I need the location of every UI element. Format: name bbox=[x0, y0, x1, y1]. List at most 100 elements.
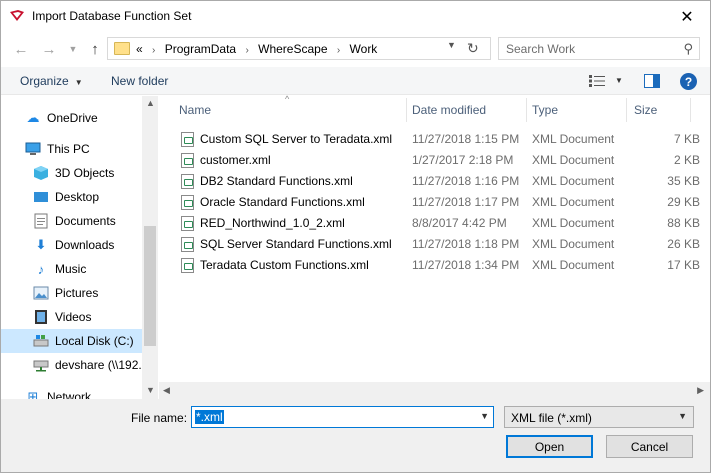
file-row[interactable]: Teradata Custom Functions.xml 11/27/2018… bbox=[159, 255, 710, 276]
scroll-thumb[interactable] bbox=[144, 226, 156, 346]
view-options-icon[interactable] bbox=[589, 75, 605, 87]
file-type-select[interactable]: XML file (*.xml) ▼ bbox=[504, 406, 694, 428]
search-input[interactable]: Search Work ⚲ bbox=[498, 37, 700, 60]
file-name-label: File name: bbox=[131, 411, 188, 425]
nav-item-label: Documents bbox=[55, 214, 116, 228]
command-bar: Organize ▼ New folder ▼ ? bbox=[1, 67, 710, 95]
file-name: Teradata Custom Functions.xml bbox=[200, 258, 369, 272]
column-divider[interactable] bbox=[526, 98, 527, 122]
scroll-up-icon[interactable]: ▲ bbox=[146, 98, 155, 108]
file-type: XML Document bbox=[532, 216, 615, 230]
cancel-button[interactable]: Cancel bbox=[606, 435, 693, 458]
scroll-down-icon[interactable]: ▼ bbox=[146, 385, 155, 395]
app-logo-icon bbox=[10, 10, 24, 21]
downloads-icon: ⬇ bbox=[35, 237, 47, 252]
breadcrumb-programdata[interactable]: ProgramData bbox=[165, 42, 236, 56]
nav-item-onedrive[interactable]: ☁ OneDrive bbox=[1, 106, 142, 130]
breadcrumb-work[interactable]: Work bbox=[350, 42, 378, 56]
open-button[interactable]: Open bbox=[506, 435, 593, 458]
nav-item-devshare[interactable]: devshare (\\192. bbox=[1, 353, 142, 377]
organize-button[interactable]: Organize ▼ bbox=[20, 74, 83, 88]
file-name: SQL Server Standard Functions.xml bbox=[200, 237, 392, 251]
xml-file-icon bbox=[181, 132, 194, 147]
nav-item-videos[interactable]: Videos bbox=[1, 305, 142, 329]
chevron-down-icon[interactable]: ▼ bbox=[615, 76, 623, 85]
file-name-value[interactable]: *.xml bbox=[195, 410, 224, 424]
file-row[interactable]: customer.xml 1/27/2017 2:18 PM XML Docum… bbox=[159, 150, 710, 171]
file-type-value: XML file (*.xml) bbox=[511, 411, 592, 425]
3d-objects-icon bbox=[33, 165, 49, 181]
nav-item-documents[interactable]: Documents bbox=[1, 209, 142, 233]
column-header-date[interactable]: Date modified bbox=[412, 96, 526, 124]
column-divider[interactable] bbox=[690, 98, 691, 122]
column-header-type[interactable]: Type bbox=[532, 96, 626, 124]
nav-item-3d-objects[interactable]: 3D Objects bbox=[1, 161, 142, 185]
search-icon: ⚲ bbox=[683, 41, 693, 56]
breadcrumb-separator-icon: › bbox=[152, 45, 156, 56]
nav-scrollbar[interactable]: ▲ ▼ bbox=[142, 96, 158, 399]
nav-item-label: Pictures bbox=[55, 286, 99, 300]
nav-item-desktop[interactable]: Desktop bbox=[1, 185, 142, 209]
file-date: 11/27/2018 1:17 PM bbox=[412, 195, 520, 209]
new-folder-button[interactable]: New folder bbox=[111, 74, 168, 88]
file-row[interactable]: DB2 Standard Functions.xml 11/27/2018 1:… bbox=[159, 171, 710, 192]
file-type: XML Document bbox=[532, 153, 615, 167]
chevron-down-icon[interactable]: ▼ bbox=[480, 411, 489, 421]
videos-icon bbox=[33, 309, 49, 325]
nav-item-local-disk[interactable]: Local Disk (C:) bbox=[1, 329, 142, 353]
up-button[interactable]: ↑ bbox=[85, 39, 105, 59]
chevron-down-icon: ▼ bbox=[74, 78, 83, 87]
nav-item-this-pc[interactable]: This PC bbox=[1, 137, 142, 161]
file-name-input[interactable]: *.xml ▼ bbox=[191, 406, 494, 428]
column-header-size[interactable]: Size bbox=[634, 96, 694, 124]
file-date: 1/27/2017 2:18 PM bbox=[412, 153, 514, 167]
horizontal-scrollbar[interactable]: ◀ ▶ bbox=[159, 382, 710, 399]
file-size: 88 KB bbox=[667, 216, 700, 230]
up-arrow-icon: ↑ bbox=[91, 40, 99, 58]
file-name: customer.xml bbox=[200, 153, 271, 167]
xml-file-icon bbox=[181, 153, 194, 168]
search-placeholder: Search Work bbox=[506, 42, 576, 56]
scroll-right-icon[interactable]: ▶ bbox=[697, 385, 704, 396]
column-header-name[interactable]: Name bbox=[179, 96, 406, 124]
file-row[interactable]: Custom SQL Server to Teradata.xml 11/27/… bbox=[159, 129, 710, 150]
file-size: 35 KB bbox=[667, 174, 700, 188]
nav-item-music[interactable]: ♪ Music bbox=[1, 257, 142, 281]
file-row[interactable]: SQL Server Standard Functions.xml 11/27/… bbox=[159, 234, 710, 255]
file-type: XML Document bbox=[532, 132, 615, 146]
column-divider[interactable] bbox=[626, 98, 627, 122]
preview-pane-icon[interactable] bbox=[644, 74, 660, 88]
documents-icon bbox=[33, 213, 49, 229]
recent-locations-button[interactable]: ▼ bbox=[63, 39, 83, 59]
nav-item-pictures[interactable]: Pictures bbox=[1, 281, 142, 305]
local-disk-icon bbox=[33, 333, 49, 349]
refresh-icon[interactable]: ↻ bbox=[467, 40, 479, 57]
breadcrumb-overflow[interactable]: « bbox=[136, 42, 143, 56]
breadcrumb-wherescape[interactable]: WhereScape bbox=[258, 42, 327, 56]
close-button[interactable]: ✕ bbox=[664, 1, 710, 32]
file-date: 11/27/2018 1:18 PM bbox=[412, 237, 520, 251]
breadcrumb: « › ProgramData › WhereScape › Work bbox=[136, 42, 377, 56]
address-bar[interactable]: « › ProgramData › WhereScape › Work bbox=[107, 37, 491, 60]
chevron-down-icon: ▼ bbox=[68, 44, 78, 54]
breadcrumb-separator-icon: › bbox=[336, 45, 341, 56]
scroll-left-icon[interactable]: ◀ bbox=[163, 385, 170, 396]
xml-file-icon bbox=[181, 174, 194, 189]
file-name: Custom SQL Server to Teradata.xml bbox=[200, 132, 393, 146]
file-row[interactable]: RED_Northwind_1.0_2.xml 8/8/2017 4:42 PM… bbox=[159, 213, 710, 234]
file-row[interactable]: Oracle Standard Functions.xml 11/27/2018… bbox=[159, 192, 710, 213]
forward-button[interactable]: → bbox=[39, 39, 59, 59]
file-type: XML Document bbox=[532, 174, 615, 188]
nav-item-label: Network bbox=[47, 390, 92, 399]
address-dropdown-icon[interactable]: ▼ bbox=[447, 40, 456, 50]
this-pc-icon bbox=[25, 141, 41, 157]
file-name: RED_Northwind_1.0_2.xml bbox=[200, 216, 345, 230]
nav-item-label: Local Disk (C:) bbox=[55, 334, 134, 348]
help-icon[interactable]: ? bbox=[680, 73, 697, 90]
nav-item-downloads[interactable]: ⬇ Downloads bbox=[1, 233, 142, 257]
back-arrow-icon: ← bbox=[13, 40, 29, 58]
back-button[interactable]: ← bbox=[11, 39, 31, 59]
column-divider[interactable] bbox=[406, 98, 407, 122]
pictures-icon bbox=[33, 285, 49, 301]
nav-item-network[interactable]: ⊞ Network bbox=[1, 385, 142, 399]
